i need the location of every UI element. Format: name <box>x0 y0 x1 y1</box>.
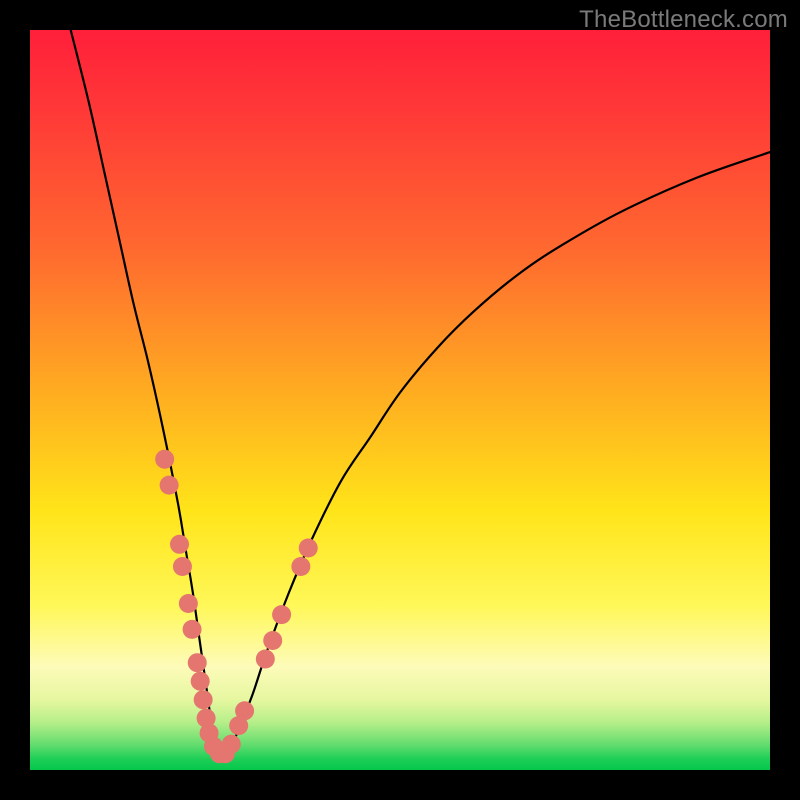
data-dot <box>160 476 179 495</box>
data-dot <box>299 539 318 558</box>
data-dot <box>179 594 198 613</box>
data-dot <box>291 557 310 576</box>
data-dot <box>173 557 192 576</box>
data-dot <box>155 450 174 469</box>
chart-frame: TheBottleneck.com <box>0 0 800 800</box>
curve-layer <box>30 30 770 770</box>
data-dot <box>191 672 210 691</box>
bottleneck-curve <box>71 30 770 758</box>
plot-area <box>30 30 770 770</box>
data-dot <box>170 535 189 554</box>
data-dot <box>272 605 291 624</box>
data-dot <box>188 653 207 672</box>
watermark-text: TheBottleneck.com <box>579 6 788 34</box>
data-dots <box>155 450 318 764</box>
data-dot <box>194 690 213 709</box>
data-dot <box>263 631 282 650</box>
data-dot <box>183 620 202 639</box>
data-dot <box>235 701 254 720</box>
data-dot <box>222 735 241 754</box>
data-dot <box>256 650 275 669</box>
